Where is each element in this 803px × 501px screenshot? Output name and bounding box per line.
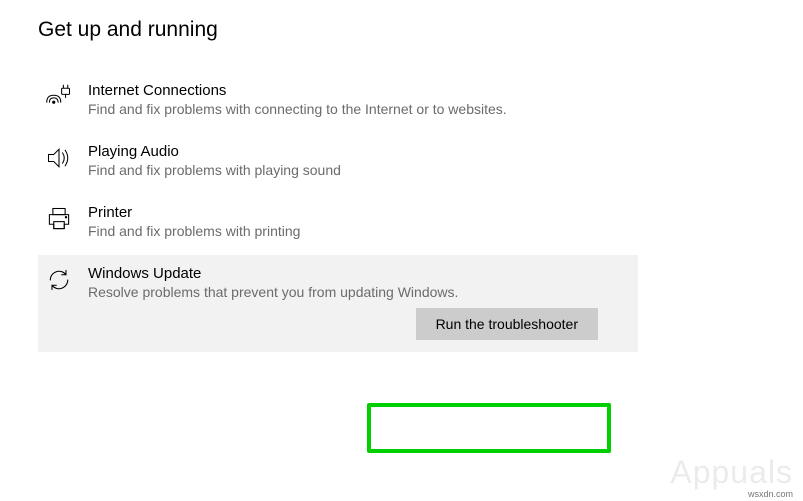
watermark-small: wsxdn.com — [748, 489, 793, 499]
troubleshooter-internet-connections[interactable]: Internet Connections Find and fix proble… — [38, 72, 638, 133]
item-desc: Resolve problems that prevent you from u… — [88, 283, 628, 302]
item-text: Playing Audio Find and fix problems with… — [88, 143, 628, 180]
watermark: Appuals — [670, 454, 793, 491]
troubleshooter-playing-audio[interactable]: Playing Audio Find and fix problems with… — [38, 133, 638, 194]
item-desc: Find and fix problems with playing sound — [88, 161, 628, 180]
speaker-icon — [44, 143, 74, 173]
troubleshooter-printer[interactable]: Printer Find and fix problems with print… — [38, 194, 638, 255]
item-text: Windows Update Resolve problems that pre… — [88, 265, 628, 302]
item-title: Internet Connections — [88, 82, 628, 99]
section-title: Get up and running — [38, 18, 803, 42]
item-desc: Find and fix problems with connecting to… — [88, 100, 628, 119]
troubleshoot-panel: Get up and running Internet Connections … — [0, 0, 803, 352]
annotation-highlight — [367, 403, 611, 453]
printer-icon — [44, 204, 74, 234]
item-title: Windows Update — [88, 265, 628, 282]
item-desc: Find and fix problems with printing — [88, 222, 628, 241]
sync-icon — [44, 265, 74, 295]
run-troubleshooter-button[interactable]: Run the troubleshooter — [416, 308, 598, 340]
item-title: Printer — [88, 204, 628, 221]
item-text: Printer Find and fix problems with print… — [88, 204, 628, 241]
item-text: Internet Connections Find and fix proble… — [88, 82, 628, 119]
troubleshooter-list: Internet Connections Find and fix proble… — [38, 72, 638, 352]
item-title: Playing Audio — [88, 143, 628, 160]
troubleshooter-windows-update[interactable]: Windows Update Resolve problems that pre… — [38, 255, 638, 352]
wifi-plug-icon — [44, 82, 74, 112]
